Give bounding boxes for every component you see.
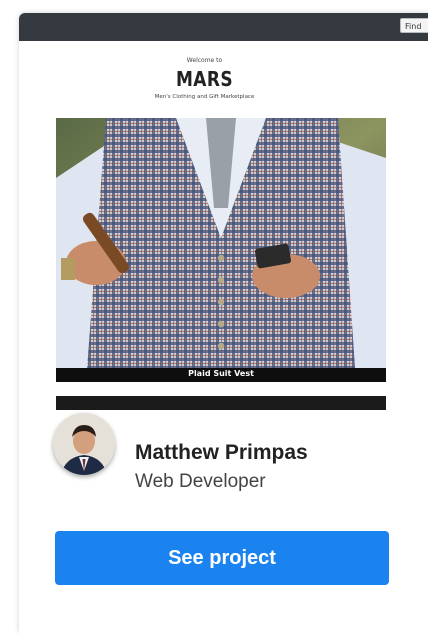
find-button[interactable]: Find <box>400 18 428 33</box>
product-caption: Plaid Suit Vest <box>188 369 254 378</box>
product-caption-band: Plaid Suit Vest <box>56 368 386 382</box>
vest-photo-illustration <box>56 118 386 382</box>
avatar-portrait <box>53 413 115 475</box>
preview-header: Welcome to MARS Men's Clothing and Gift … <box>19 41 390 121</box>
photo-footer-strip <box>56 382 386 410</box>
see-project-button[interactable]: See project <box>55 531 389 585</box>
brand-title: MARS <box>175 67 234 91</box>
author-role: Web Developer <box>135 471 266 492</box>
preview-topbar: Find <box>19 13 428 41</box>
author-avatar <box>53 413 115 475</box>
brand-tagline: Men's Clothing and Gift Marketplace <box>154 94 255 100</box>
product-photo[interactable] <box>56 118 386 382</box>
author-name: Matthew Primpas <box>135 441 308 464</box>
welcome-text: Welcome to <box>186 57 223 64</box>
